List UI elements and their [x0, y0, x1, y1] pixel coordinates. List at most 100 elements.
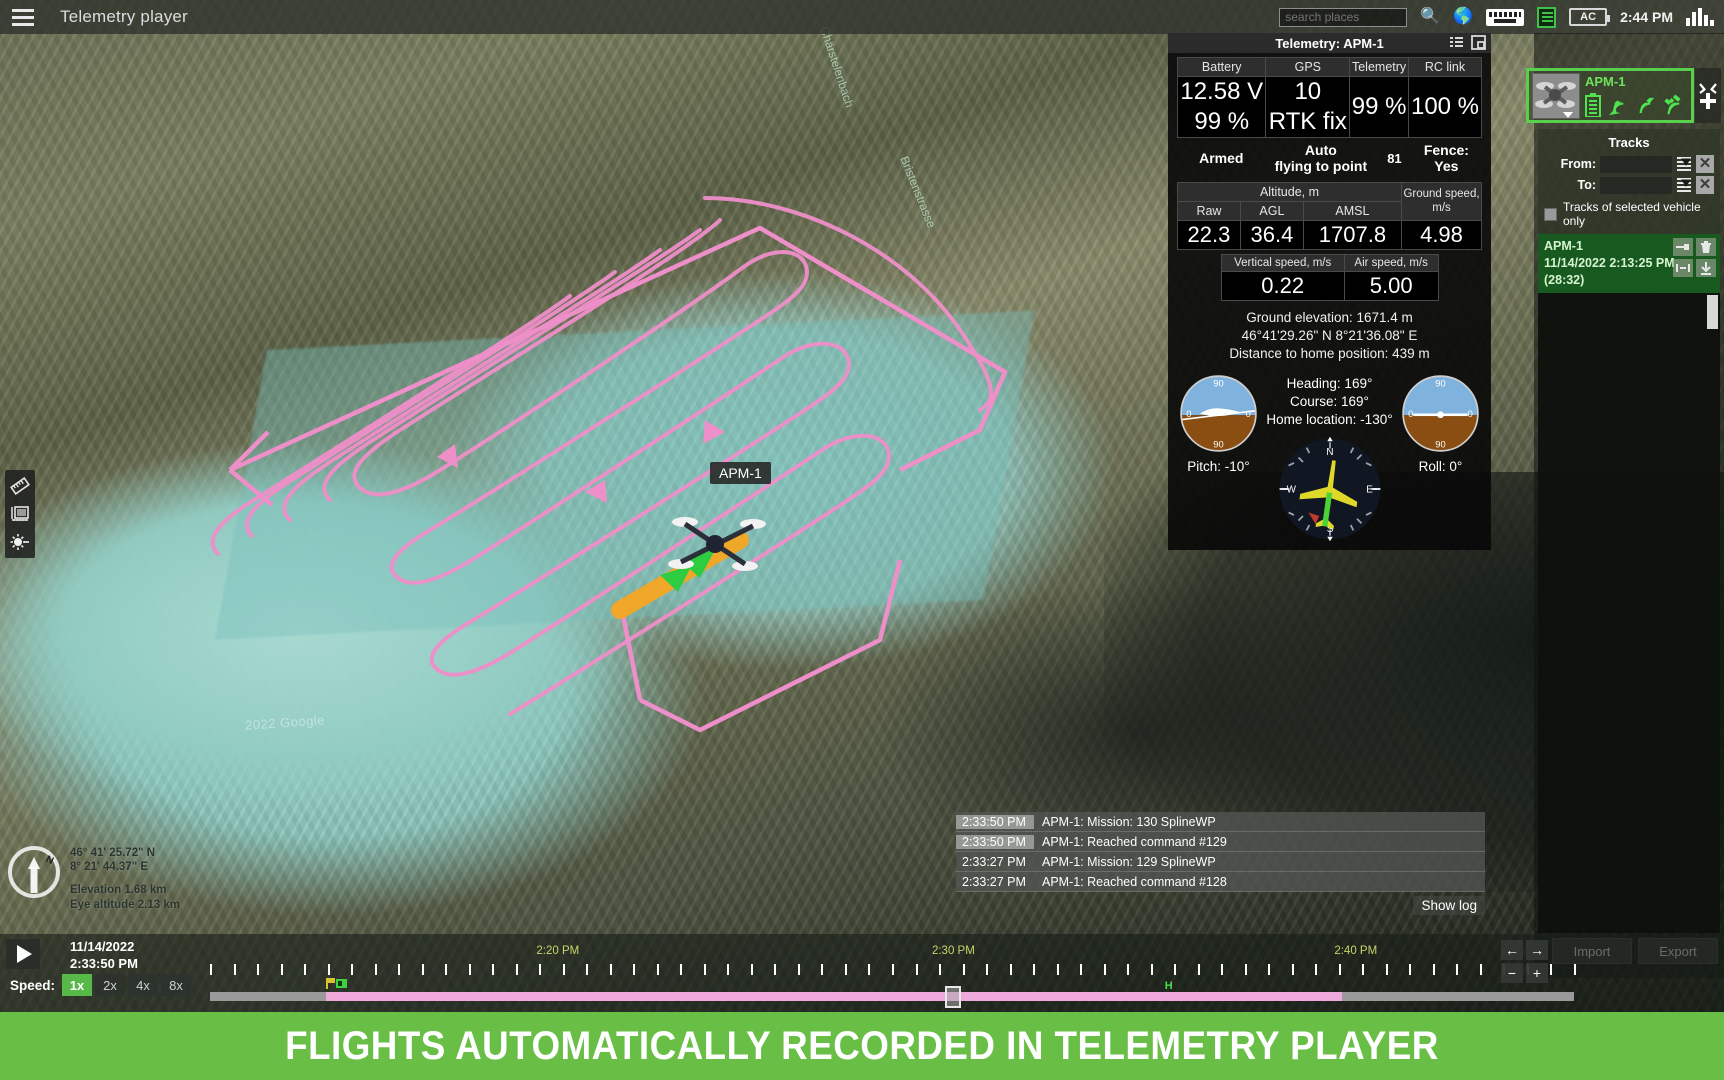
- timeline-tick: [774, 964, 776, 975]
- telemetry-signal-icon: [1606, 94, 1629, 117]
- rc-signal-icon: [1634, 94, 1657, 117]
- battery-percent: 99 %: [1178, 107, 1266, 138]
- promo-banner: FLIGHTS AUTOMATICALLY RECORDED IN TELEME…: [0, 1012, 1724, 1080]
- tracks-to-picker-icon[interactable]: [1676, 177, 1692, 193]
- timeline-progress: [326, 992, 1342, 1001]
- map-eye-altitude: Eye altitude 2.13 km: [70, 898, 180, 912]
- delete-track-icon[interactable]: [1696, 238, 1716, 256]
- top-toolbar-right: 🔍 🌎 AC 2:44 PM: [1279, 7, 1724, 28]
- vehicle-marker-apm-1[interactable]: [665, 510, 775, 580]
- timeline-tick: [680, 964, 682, 975]
- mission-survey-area: [215, 310, 1035, 639]
- log-row[interactable]: 2:33:27 PM APM-1: Mission: 129 SplineWP: [956, 852, 1485, 872]
- altitude-header-agl: AGL: [1240, 202, 1303, 221]
- hamburger-icon[interactable]: [6, 0, 40, 34]
- promo-banner-text: FLIGHTS AUTOMATICALLY RECORDED IN TELEME…: [285, 1024, 1439, 1069]
- zoom-in-icon[interactable]: +: [1526, 963, 1548, 983]
- show-track-icon[interactable]: [1673, 238, 1693, 256]
- brightness-icon[interactable]: [8, 530, 32, 554]
- svg-text:N: N: [1326, 446, 1333, 457]
- telemetry-status-row: Armed Auto flying to point 81 Fence: Yes: [1168, 138, 1491, 178]
- svg-text:E: E: [1366, 484, 1373, 495]
- speed-option-8x[interactable]: 8x: [161, 974, 191, 996]
- timeline-tick: [727, 964, 729, 975]
- telemetry-panel-header: Telemetry: APM-1: [1168, 33, 1491, 53]
- speed-option-4x[interactable]: 4x: [128, 974, 158, 996]
- timeline-tick: [516, 964, 518, 975]
- armed-status: Armed: [1178, 150, 1265, 166]
- map-nav-overlay: N 46° 41' 25.72" N 8° 21' 44.37" E Eleva…: [8, 846, 180, 913]
- track-list-item[interactable]: APM-1 11/14/2022 2:13:25 PM (28:32): [1538, 234, 1720, 293]
- tracks-to-clear-button[interactable]: ✕: [1696, 176, 1714, 194]
- speed-option-1x[interactable]: 1x: [62, 974, 92, 996]
- fence-label: Fence:: [1412, 142, 1481, 158]
- battery-icon[interactable]: AC: [1569, 8, 1607, 26]
- log-row-message: APM-1: Reached command #128: [1034, 875, 1227, 889]
- play-button[interactable]: [6, 939, 40, 969]
- popout-window-icon[interactable]: [1471, 35, 1486, 55]
- distance-to-home: Distance to home position: 439 m: [1168, 345, 1491, 363]
- screenshot-icon[interactable]: [8, 502, 32, 526]
- log-row[interactable]: 2:33:50 PM APM-1: Mission: 130 SplineWP: [956, 812, 1485, 832]
- tracks-from-clear-button[interactable]: ✕: [1696, 155, 1714, 173]
- log-row[interactable]: 2:33:27 PM APM-1: Reached command #128: [956, 872, 1485, 892]
- player-timestamp: 11/14/2022 2:33:50 PM: [70, 939, 138, 973]
- vehicle-card-apm-1[interactable]: APM-1: [1526, 68, 1694, 123]
- next-icon[interactable]: →: [1526, 940, 1548, 960]
- log-row-message: APM-1: Mission: 129 SplineWP: [1034, 855, 1216, 869]
- ground-elevation: Ground elevation: 1671.4 m: [1168, 309, 1491, 327]
- zoom-out-icon[interactable]: −: [1501, 963, 1523, 983]
- flight-mode-name: Auto: [1265, 142, 1378, 158]
- timeline-tick: [445, 964, 447, 975]
- signal-icon[interactable]: [1686, 8, 1714, 26]
- log-icon[interactable]: [1537, 7, 1556, 28]
- search-icon[interactable]: 🔍: [1420, 9, 1440, 25]
- keyboard-icon[interactable]: [1486, 9, 1524, 26]
- link-header-gps: GPS: [1266, 58, 1350, 77]
- tracks-filter-row[interactable]: Tracks of selected vehicle only: [1538, 196, 1720, 234]
- vehicle-status-icons: [1585, 93, 1685, 117]
- tracks-from-picker-icon[interactable]: [1676, 156, 1692, 172]
- svg-text:W: W: [1286, 484, 1296, 495]
- speed-option-2x[interactable]: 2x: [95, 974, 125, 996]
- timeline-tick: [1245, 964, 1247, 975]
- link-header-row: Battery GPS Telemetry RC link: [1178, 58, 1482, 77]
- prev-icon[interactable]: ←: [1501, 940, 1523, 960]
- tracks-from-input[interactable]: [1600, 156, 1672, 173]
- map-compass-rose[interactable]: N: [8, 846, 60, 898]
- timeline-playhead[interactable]: [945, 986, 961, 1008]
- log-row-time: 2:33:27 PM: [956, 855, 1034, 869]
- battery-voltage: 12.58 V: [1178, 77, 1266, 108]
- globe-icon[interactable]: 🌎: [1453, 9, 1473, 25]
- telemetry-link-table: Battery GPS Telemetry RC link 12.58 V 10…: [1177, 57, 1482, 138]
- map-longitude: 8° 21' 44.37" E: [70, 860, 180, 874]
- timeline-track[interactable]: [210, 992, 1574, 1001]
- timeline-tick: [1080, 964, 1082, 975]
- vehicle-card-name: APM-1: [1585, 74, 1625, 89]
- timeline-tick: [1010, 964, 1012, 975]
- timeline-tick: [845, 964, 847, 975]
- log-row[interactable]: 2:33:50 PM APM-1: Reached command #129: [956, 832, 1485, 852]
- search-input[interactable]: [1279, 8, 1407, 27]
- map-coordinates-block: 46° 41' 25.72" N 8° 21' 44.37" E Elevati…: [70, 846, 180, 913]
- center-track-icon[interactable]: [1673, 259, 1693, 277]
- download-track-icon[interactable]: [1696, 259, 1716, 277]
- grid-view-icon[interactable]: [1449, 35, 1464, 50]
- add-vehicle-icon[interactable]: [1695, 68, 1721, 123]
- tracks-to-input[interactable]: [1600, 177, 1672, 194]
- timeline-ruler[interactable]: 2:20 PM2:30 PM2:40 PM: [210, 934, 1574, 994]
- show-log-button[interactable]: Show log: [1413, 896, 1485, 915]
- timeline-tick: [986, 964, 988, 975]
- timeline-time-label: 2:40 PM: [1334, 945, 1377, 957]
- heading-readouts: Heading: 169° Course: 169° Home location…: [1230, 375, 1430, 430]
- telemetry-panel: Telemetry: APM-1 Battery GPS: [1168, 33, 1491, 550]
- track-list-scrollbar[interactable]: [1707, 295, 1718, 329]
- tracks-filter-checkbox[interactable]: [1544, 208, 1557, 221]
- log-row-message: APM-1: Reached command #129: [1034, 835, 1227, 849]
- compass-stem: [31, 867, 38, 893]
- ruler-icon[interactable]: [8, 474, 32, 498]
- timeline-tick: [1057, 964, 1059, 975]
- tracks-title: Tracks: [1538, 133, 1720, 154]
- track-list-scroll-area[interactable]: [1538, 293, 1720, 933]
- link-value-row: 12.58 V 10 99 % 100 %: [1178, 77, 1482, 108]
